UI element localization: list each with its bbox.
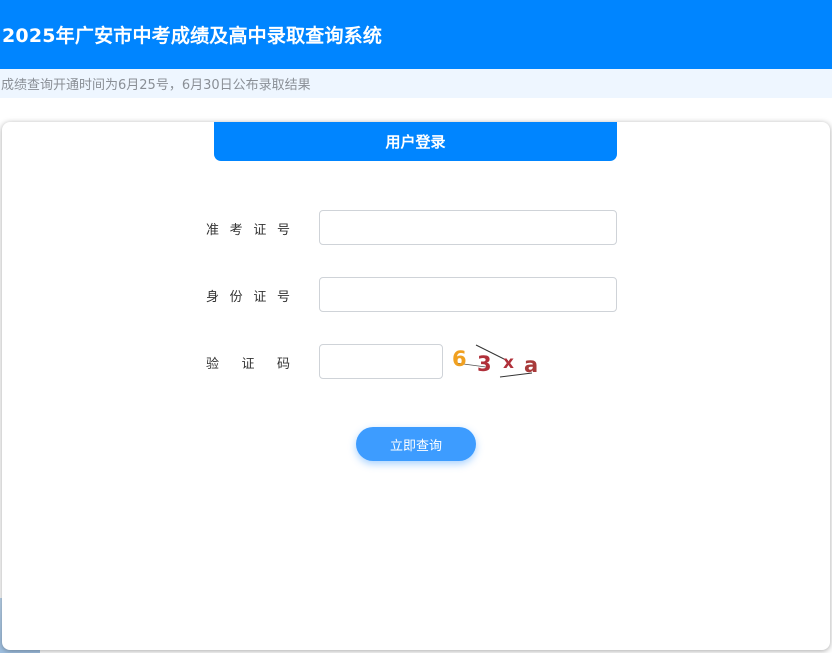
captcha-char-1: 6	[452, 347, 467, 371]
captcha-input[interactable]	[319, 344, 443, 379]
exam-number-label: 准 考 证 号	[206, 222, 290, 238]
query-button[interactable]: 立即查询	[356, 427, 476, 461]
notice-text: 成绩查询开通时间为6月25号，6月30日公布录取结果	[1, 78, 311, 93]
captcha-char-4: a	[524, 353, 538, 377]
captcha-label: 验 证 码	[206, 356, 290, 372]
page-title: 2025年广安市中考成绩及高中录取查询系统	[2, 25, 383, 47]
notice-bar: 成绩查询开通时间为6月25号，6月30日公布录取结果	[0, 69, 832, 98]
id-number-input[interactable]	[319, 277, 617, 312]
login-card: 用户登录 准 考 证 号 身 份 证 号 验 证 码 6 3 x a 立即查询	[2, 122, 830, 650]
captcha-image[interactable]: 6 3 x a	[446, 343, 544, 379]
exam-number-input[interactable]	[319, 210, 617, 245]
page-header: 2025年广安市中考成绩及高中录取查询系统	[0, 0, 832, 69]
captcha-char-2: 3	[477, 352, 492, 376]
login-tab-label: 用户登录	[385, 133, 446, 151]
login-tab[interactable]: 用户登录	[214, 122, 617, 161]
captcha-char-3: x	[503, 353, 514, 373]
id-number-label: 身 份 证 号	[206, 289, 290, 305]
